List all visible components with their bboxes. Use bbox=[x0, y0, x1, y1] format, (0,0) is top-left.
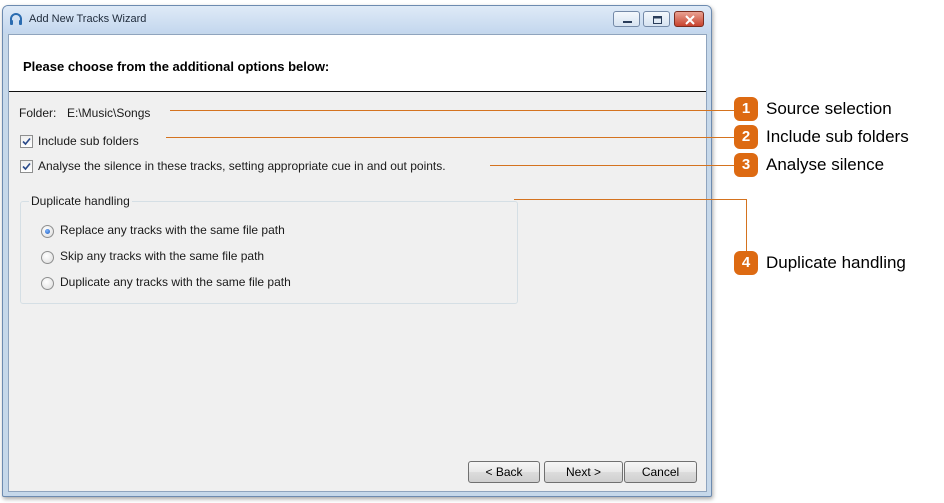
callout-badge-3: 3 bbox=[734, 153, 758, 177]
callout-label-3: Analyse silence bbox=[766, 155, 885, 174]
replace-radio[interactable] bbox=[41, 225, 54, 238]
title-bar[interactable]: Add New Tracks Wizard bbox=[3, 6, 711, 33]
replace-radio-label[interactable]: Replace any tracks with the same file pa… bbox=[60, 223, 285, 237]
folder-path: E:\Music\Songs bbox=[67, 106, 151, 120]
checkmark-icon bbox=[22, 137, 31, 146]
duplicate-radio[interactable] bbox=[41, 277, 54, 290]
back-button[interactable]: < Back bbox=[468, 461, 540, 483]
window-title: Add New Tracks Wizard bbox=[29, 13, 147, 25]
callout-line-2 bbox=[166, 137, 734, 138]
wizard-window: Add New Tracks Wizard Please choose from… bbox=[2, 5, 712, 497]
duplicate-radio-label[interactable]: Duplicate any tracks with the same file … bbox=[60, 275, 291, 289]
close-button[interactable] bbox=[674, 11, 704, 27]
callout-line-4b bbox=[746, 199, 747, 252]
callout-badge-1: 1 bbox=[734, 97, 758, 121]
next-button[interactable]: Next > bbox=[544, 461, 623, 483]
duplicate-handling-group: Duplicate handling Replace any tracks wi… bbox=[20, 194, 518, 304]
callout-badge-4: 4 bbox=[734, 251, 758, 275]
callout-line-4a bbox=[514, 199, 747, 200]
maximize-button[interactable] bbox=[643, 11, 670, 27]
callout-label-2: Include sub folders bbox=[766, 127, 909, 146]
maximize-icon bbox=[653, 16, 662, 24]
folder-label: Folder: bbox=[19, 106, 57, 120]
cancel-button[interactable]: Cancel bbox=[624, 461, 697, 483]
analyse-silence-label[interactable]: Analyse the silence in these tracks, set… bbox=[38, 159, 446, 173]
duplicate-handling-title: Duplicate handling bbox=[29, 194, 132, 208]
analyse-silence-checkbox[interactable] bbox=[20, 160, 33, 173]
callout-label-1: Source selection bbox=[766, 99, 892, 118]
minimize-icon bbox=[623, 21, 632, 23]
callout-label-4: Duplicate handling bbox=[766, 253, 906, 272]
checkmark-icon bbox=[22, 162, 31, 171]
skip-radio-label[interactable]: Skip any tracks with the same file path bbox=[60, 249, 264, 263]
include-sub-folders-checkbox[interactable] bbox=[20, 135, 33, 148]
callout-line-1 bbox=[170, 110, 734, 111]
minimize-button[interactable] bbox=[613, 11, 640, 27]
callout-line-3 bbox=[490, 165, 734, 166]
include-sub-folders-label[interactable]: Include sub folders bbox=[38, 134, 139, 148]
callout-badge-2: 2 bbox=[734, 125, 758, 149]
close-icon bbox=[685, 15, 695, 25]
header-text: Please choose from the additional option… bbox=[23, 59, 330, 74]
radio-selected-dot bbox=[45, 229, 50, 234]
dialog-body: Please choose from the additional option… bbox=[8, 34, 707, 492]
wizard-header: Please choose from the additional option… bbox=[9, 35, 706, 92]
skip-radio[interactable] bbox=[41, 251, 54, 264]
headphones-icon bbox=[10, 13, 22, 25]
